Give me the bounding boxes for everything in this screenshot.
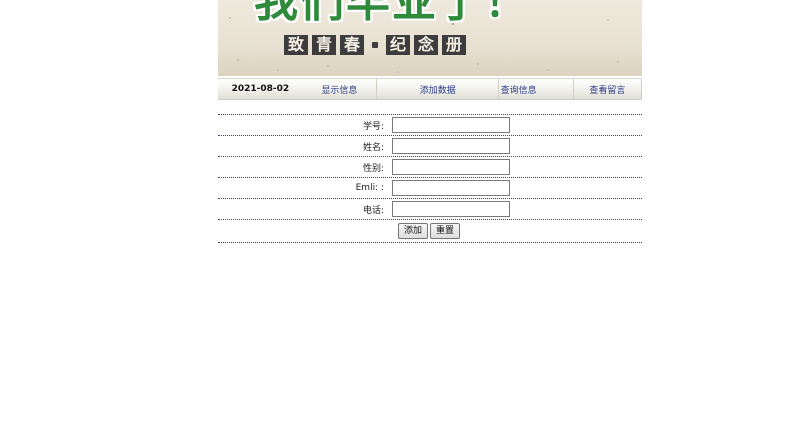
nav-add-data[interactable]: 添加数据 (377, 79, 498, 99)
form-row-actions: 添加 重置 (218, 220, 642, 243)
phone-label: 电话: (362, 205, 384, 216)
form-row-email: Emli: : (218, 178, 642, 199)
add-button[interactable]: 添加 (398, 223, 429, 239)
banner-subtitle: 致 青 春 纪 念 册 (284, 35, 466, 55)
subtitle-char: 致 (284, 35, 308, 55)
form-row-phone: 电话: (218, 199, 642, 220)
form-row-student-id: 学号: (218, 114, 642, 136)
reset-button[interactable]: 重置 (430, 223, 461, 239)
student-id-input[interactable] (392, 117, 510, 133)
student-id-label: 学号: (362, 121, 384, 132)
name-input[interactable] (392, 138, 510, 154)
nav-view-messages[interactable]: 查看留言 (574, 79, 641, 99)
banner-slogan: 我们毕业了！ (254, 0, 530, 27)
phone-input[interactable] (392, 201, 510, 217)
nav-show-info[interactable]: 显示信息 (303, 79, 376, 99)
subtitle-dot (368, 35, 382, 55)
subtitle-char: 青 (312, 35, 336, 55)
gender-input[interactable] (392, 159, 510, 175)
email-label: Emli: : (355, 183, 384, 193)
form-row-name: 姓名: (218, 136, 642, 157)
page-container: 我们毕业了！ 致 青 春 纪 念 册 2021-08-02 显示信息 添加数据 … (218, 0, 643, 243)
email-input[interactable] (392, 180, 510, 196)
gender-label: 性别: (362, 163, 384, 174)
subtitle-char: 纪 (386, 35, 410, 55)
nav-bar: 2021-08-02 显示信息 添加数据 查询信息 查看留言 (218, 78, 643, 100)
nav-divider (641, 79, 643, 99)
add-student-form: 学号: 姓名: 性别: Emli: : 电话: 添加 重置 (218, 114, 642, 243)
name-label: 姓名: (362, 142, 384, 153)
subtitle-char: 念 (414, 35, 438, 55)
header-banner: 我们毕业了！ 致 青 春 纪 念 册 (218, 0, 642, 76)
subtitle-char: 册 (442, 35, 466, 55)
subtitle-char: 春 (340, 35, 364, 55)
current-date: 2021-08-02 (231, 84, 290, 94)
form-row-gender: 性别: (218, 157, 642, 178)
nav-query-info[interactable]: 查询信息 (499, 79, 538, 99)
